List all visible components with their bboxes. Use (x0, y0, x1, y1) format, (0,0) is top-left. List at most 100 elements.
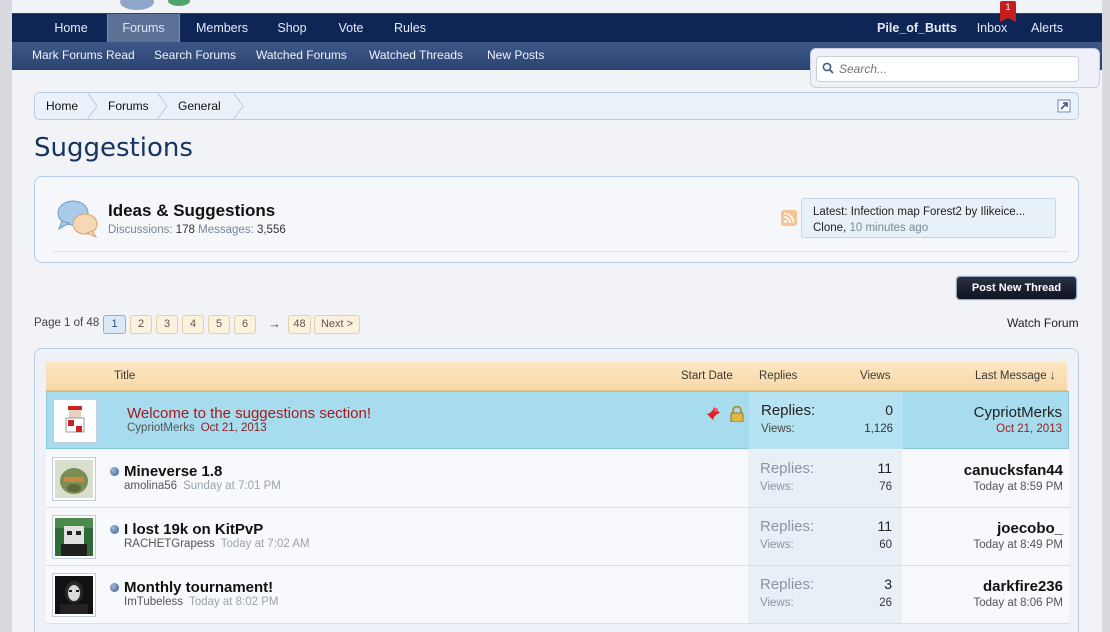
search-icon (822, 62, 834, 74)
replies-count: 3 (884, 576, 892, 592)
divider (53, 251, 1068, 252)
thread-author-link[interactable]: ImTubeless (124, 596, 183, 608)
thread-start-date[interactable]: Today at 8:02 PM (189, 596, 279, 608)
page-count-label: Page 1 of 48 (34, 317, 100, 329)
thread-stats: Replies: 0 Views: 1,126 (749, 392, 903, 449)
avatar[interactable] (52, 457, 96, 501)
new-posts-link[interactable]: New Posts (487, 42, 544, 69)
top-navigation: Home Forums Members Shop Vote Rules Pile… (12, 13, 1102, 43)
tab-rules[interactable]: Rules (390, 14, 430, 43)
forum-info-box: Ideas & Suggestions Discussions: 178 Mes… (34, 176, 1079, 263)
mark-forums-read-link[interactable]: Mark Forums Read (32, 42, 135, 69)
tab-shop[interactable]: Shop (272, 14, 312, 43)
last-poster-link[interactable]: joecobo_ (997, 520, 1063, 537)
thread-start-date[interactable]: Sunday at 7:01 PM (183, 480, 281, 492)
thread-meta: CypriotMerks Oct 21, 2013 (127, 422, 267, 434)
watch-forum-link[interactable]: Watch Forum (1007, 316, 1079, 330)
breadcrumb-home[interactable]: Home (46, 93, 78, 119)
page-title: Suggestions (34, 133, 193, 163)
last-poster-link[interactable]: canucksfan44 (964, 462, 1063, 479)
thread-row[interactable]: Mineverse 1.8 amolina56 Sunday at 7:01 PM… (46, 450, 1069, 508)
thread-title-link[interactable]: Welcome to the suggestions section! (127, 405, 371, 422)
search-input[interactable] (816, 56, 1079, 82)
avatar[interactable] (53, 399, 97, 443)
page-1-link[interactable]: 1 (103, 315, 126, 334)
inbox-count-badge: 1 (1000, 1, 1016, 22)
breadcrumb-forums[interactable]: Forums (108, 93, 149, 119)
thread-row[interactable]: I lost 19k on KitPvP RACHETGrapess Today … (46, 508, 1069, 566)
last-post-date-link[interactable]: Today at 8:06 PM (974, 597, 1064, 609)
last-post-date-link[interactable]: Oct 21, 2013 (996, 423, 1062, 435)
sort-last-message[interactable]: Last Message ↓ (975, 370, 1056, 382)
sort-replies[interactable]: Replies (759, 370, 797, 382)
latest-label: Latest: (813, 206, 848, 218)
chat-bubbles-icon (57, 200, 98, 238)
latest-post-box: Latest: Infection map Forest2 by Ilikeic… (801, 198, 1056, 238)
thread-start-date[interactable]: Oct 21, 2013 (201, 422, 267, 434)
thread-title-link[interactable]: Mineverse 1.8 (124, 463, 222, 480)
thread-author-link[interactable]: RACHETGrapess (124, 538, 215, 550)
messages-label: Messages: (198, 224, 254, 236)
views-count: 60 (879, 539, 892, 551)
thread-title-link[interactable]: Monthly tournament! (124, 579, 273, 596)
thread-meta: ImTubeless Today at 8:02 PM (124, 596, 279, 608)
thread-row-sticky[interactable]: Welcome to the suggestions section! Cypr… (46, 391, 1069, 449)
rss-icon[interactable] (781, 210, 797, 226)
replies-count: 11 (877, 460, 892, 476)
page-3-link[interactable]: 3 (156, 315, 178, 334)
alerts-link[interactable]: Alerts (1027, 14, 1067, 43)
breadcrumb-general[interactable]: General (178, 93, 221, 119)
next-page-link[interactable]: Next > (314, 315, 360, 334)
tab-home[interactable]: Home (46, 14, 96, 43)
sort-views[interactable]: Views (860, 370, 890, 382)
pin-icon (706, 407, 720, 421)
last-post-date-link[interactable]: Today at 8:49 PM (974, 539, 1064, 551)
latest-time: 10 minutes ago (849, 222, 929, 234)
watched-forums-link[interactable]: Watched Forums (256, 42, 347, 69)
page-2-link[interactable]: 2 (130, 315, 152, 334)
jump-to-page-icon[interactable] (1057, 99, 1071, 113)
avatar-image (55, 518, 93, 556)
thread-author-link[interactable]: CypriotMerks (127, 422, 195, 434)
tab-vote[interactable]: Vote (332, 14, 370, 43)
views-count: 1,126 (864, 423, 893, 435)
last-post-date-link[interactable]: Today at 8:59 PM (974, 481, 1064, 493)
breadcrumb-separator-icon (233, 93, 244, 119)
site-logo-fragment[interactable] (120, 0, 210, 14)
sort-title[interactable]: Title (114, 370, 135, 382)
page-4-link[interactable]: 4 (182, 315, 204, 334)
discussions-label: Discussions: (108, 224, 173, 236)
views-label: Views: (760, 597, 794, 609)
replies-label: Replies: (760, 518, 815, 535)
thread-stats: Replies: 11 Views: 60 (748, 508, 902, 565)
last-poster-link[interactable]: darkfire236 (983, 578, 1063, 595)
thread-author-link[interactable]: amolina56 (124, 480, 177, 492)
thread-title-link[interactable]: I lost 19k on KitPvP (124, 521, 263, 538)
views-label: Views: (760, 481, 794, 493)
last-poster-link[interactable]: CypriotMerks (974, 404, 1062, 421)
user-menu[interactable]: Pile_of_Butts (872, 14, 962, 43)
latest-thread-link[interactable]: Infection map Forest2 by Ilikeice... (851, 206, 1026, 218)
tab-forums[interactable]: Forums (107, 14, 180, 43)
sort-start-date[interactable]: Start Date (681, 370, 733, 382)
messages-count: 3,556 (256, 224, 286, 236)
page-6-link[interactable]: 6 (234, 315, 256, 334)
replies-label: Replies: (760, 460, 815, 477)
page-5-link[interactable]: 5 (208, 315, 230, 334)
avatar[interactable] (52, 573, 96, 617)
unread-dot-icon (110, 525, 119, 534)
forum-name-link[interactable]: Ideas & Suggestions (108, 201, 275, 221)
watched-threads-link[interactable]: Watched Threads (369, 42, 463, 69)
thread-row[interactable]: Monthly tournament! ImTubeless Today at 8… (46, 566, 1069, 624)
search-forums-link[interactable]: Search Forums (154, 42, 236, 69)
breadcrumb-separator-icon (157, 93, 168, 119)
avatar[interactable] (52, 515, 96, 559)
tab-members[interactable]: Members (192, 14, 252, 43)
latest-user-link[interactable]: Clone (813, 222, 843, 234)
post-new-thread-button[interactable]: Post New Thread (956, 276, 1077, 300)
jump-arrow[interactable]: → (268, 316, 281, 331)
thread-meta: RACHETGrapess Today at 7:02 AM (124, 538, 310, 550)
thread-start-date[interactable]: Today at 7:02 AM (221, 538, 310, 550)
replies-count: 0 (885, 402, 893, 418)
page-48-link[interactable]: 48 (288, 315, 311, 334)
